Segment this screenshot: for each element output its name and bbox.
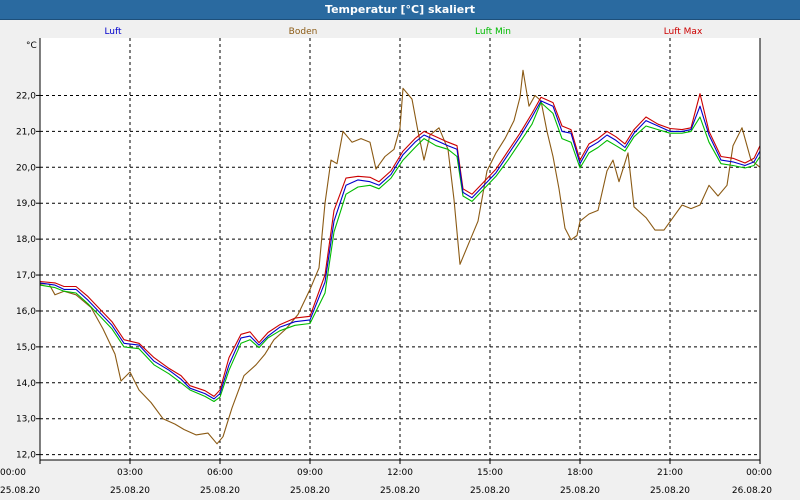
y-tick-label: 17,0	[16, 271, 36, 281]
legend-entry-luft-min: Luft Min	[475, 27, 511, 37]
x-tick-time-label: 06:00	[207, 468, 233, 478]
legend-entry-luft: Luft	[104, 27, 122, 37]
x-tick-time-label: 15:00	[477, 468, 503, 478]
y-tick-label: 14,0	[16, 379, 36, 389]
x-tick-date-label: 25.08.20	[380, 486, 420, 496]
x-tick-time-label: 03:00	[117, 468, 143, 478]
chart-title: Temperatur [°C] skaliert	[325, 3, 475, 16]
y-tick-label: 19,0	[16, 199, 36, 209]
x-tick-date-label: 25.08.20	[290, 486, 330, 496]
y-tick-label: 22,0	[16, 91, 36, 101]
legend-entry-luft-max: Luft Max	[664, 27, 703, 37]
x-tick-date-label: 25.08.20	[0, 486, 40, 496]
y-tick-label: 18,0	[16, 235, 36, 245]
x-tick-date-label: 25.08.20	[560, 486, 600, 496]
x-tick-time-label: 12:00	[387, 468, 413, 478]
y-tick-label: 13,0	[16, 415, 36, 425]
y-axis-unit-label: °C	[26, 41, 37, 51]
x-tick-date-label: 26.08.20	[732, 486, 772, 496]
temperature-line-chart: Luft Boden Luft Min Luft Max °C 12,0 13,0 14,…	[0, 20, 800, 500]
x-tick-time-label: 09:00	[297, 468, 323, 478]
x-tick-time-label: 18:00	[567, 468, 593, 478]
x-tick-time-label: 00:00	[746, 468, 772, 478]
y-tick-label: 21,0	[16, 127, 36, 137]
chart-title-bar: Temperatur [°C] skaliert	[0, 0, 800, 20]
y-tick-label: 20,0	[16, 163, 36, 173]
legend-entry-boden: Boden	[289, 27, 318, 37]
y-tick-label: 12,0	[16, 451, 36, 461]
x-tick-time-label: 00:00	[0, 468, 26, 478]
x-tick-date-label: 25.08.20	[200, 486, 240, 496]
x-tick-date-label: 25.08.20	[650, 486, 690, 496]
x-tick-date-label: 25.08.20	[110, 486, 150, 496]
y-tick-label: 16,0	[16, 307, 36, 317]
y-tick-label: 15,0	[16, 343, 36, 353]
x-tick-time-label: 21:00	[657, 468, 683, 478]
x-tick-date-label: 25.08.20	[470, 486, 510, 496]
